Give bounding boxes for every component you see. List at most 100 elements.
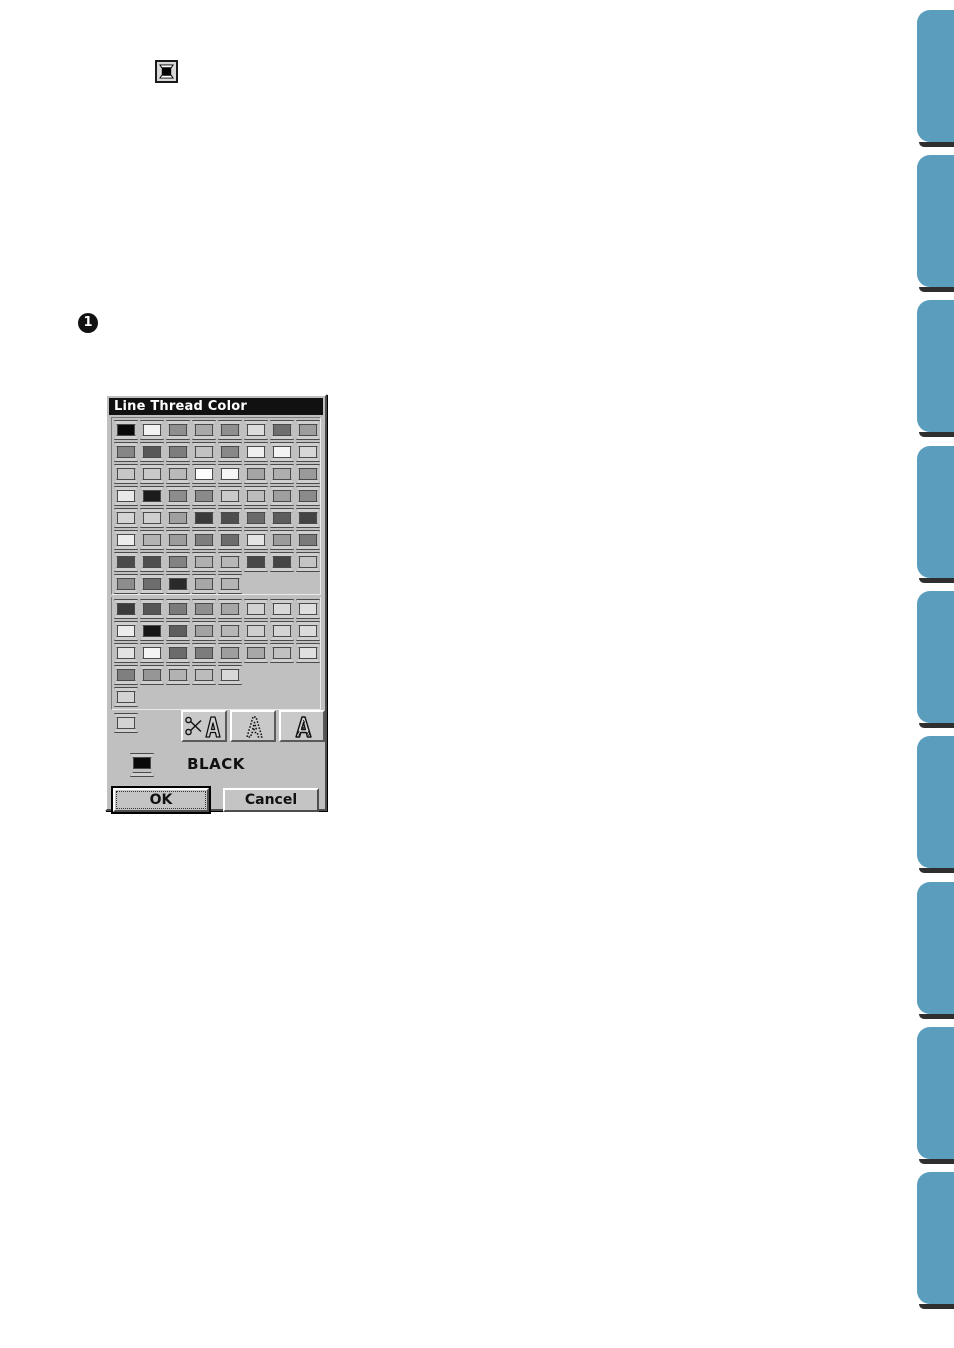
thread-swatch[interactable] (269, 441, 295, 463)
thread-swatch[interactable] (217, 573, 243, 595)
thread-swatch[interactable] (113, 642, 139, 664)
index-tab-4[interactable] (917, 446, 954, 583)
thread-swatch[interactable] (269, 529, 295, 551)
index-tab-9[interactable] (917, 1172, 954, 1309)
thread-swatch[interactable] (217, 551, 243, 573)
thread-palette-primary[interactable] (111, 417, 321, 595)
thread-swatch[interactable] (295, 551, 321, 573)
thread-swatch[interactable] (295, 485, 321, 507)
index-tab-6[interactable] (917, 736, 954, 873)
applique-cut-icon[interactable] (181, 710, 227, 742)
thread-swatch[interactable] (191, 507, 217, 529)
thread-swatch[interactable] (217, 664, 243, 686)
thread-swatch[interactable] (191, 529, 217, 551)
thread-swatch[interactable] (165, 419, 191, 441)
thread-swatch[interactable] (243, 551, 269, 573)
thread-swatch[interactable] (139, 642, 165, 664)
thread-swatch[interactable] (165, 529, 191, 551)
thread-swatch[interactable] (139, 485, 165, 507)
thread-swatch[interactable] (243, 485, 269, 507)
thread-swatch[interactable] (191, 664, 217, 686)
index-tab-2[interactable] (917, 155, 954, 292)
thread-swatch[interactable] (139, 463, 165, 485)
index-tab-7[interactable] (917, 882, 954, 1019)
thread-swatch[interactable] (243, 529, 269, 551)
thread-swatch[interactable] (165, 573, 191, 595)
index-tab-3[interactable] (917, 300, 954, 437)
thread-swatch[interactable] (295, 529, 321, 551)
thread-swatch[interactable] (139, 598, 165, 620)
thread-swatch[interactable] (243, 642, 269, 664)
thread-swatch[interactable] (217, 441, 243, 463)
thread-swatch[interactable] (243, 463, 269, 485)
thread-swatch[interactable] (165, 485, 191, 507)
thread-swatch[interactable] (191, 463, 217, 485)
thread-swatch[interactable] (191, 441, 217, 463)
thread-swatch[interactable] (139, 551, 165, 573)
spool-tool-icon[interactable] (155, 60, 178, 83)
thread-swatch[interactable] (295, 419, 321, 441)
thread-swatch[interactable] (165, 551, 191, 573)
thread-swatch[interactable] (295, 642, 321, 664)
thread-swatch[interactable] (243, 620, 269, 642)
thread-swatch[interactable] (269, 642, 295, 664)
thread-swatch[interactable] (269, 598, 295, 620)
thread-swatch[interactable] (139, 441, 165, 463)
thread-swatch[interactable] (139, 507, 165, 529)
thread-swatch[interactable] (217, 620, 243, 642)
thread-swatch[interactable] (165, 463, 191, 485)
extra-thread-swatch-spool[interactable] (113, 712, 139, 734)
thread-swatch[interactable] (139, 529, 165, 551)
thread-swatch[interactable] (295, 463, 321, 485)
thread-swatch[interactable] (113, 573, 139, 595)
thread-swatch[interactable] (295, 441, 321, 463)
thread-swatch[interactable] (269, 419, 295, 441)
index-tab-1[interactable] (917, 10, 954, 147)
thread-swatch[interactable] (217, 463, 243, 485)
thread-swatch[interactable] (113, 529, 139, 551)
thread-swatch[interactable] (191, 419, 217, 441)
thread-swatch[interactable] (139, 419, 165, 441)
thread-swatch[interactable] (243, 419, 269, 441)
thread-swatch[interactable] (165, 598, 191, 620)
index-tab-5[interactable] (917, 591, 954, 728)
thread-swatch[interactable] (191, 551, 217, 573)
thread-swatch[interactable] (295, 620, 321, 642)
thread-swatch[interactable] (113, 485, 139, 507)
thread-swatch[interactable] (139, 573, 165, 595)
thread-swatch[interactable] (217, 529, 243, 551)
thread-swatch[interactable] (113, 664, 139, 686)
thread-swatch[interactable] (191, 485, 217, 507)
thread-swatch[interactable] (243, 441, 269, 463)
thread-swatch[interactable] (295, 507, 321, 529)
thread-swatch[interactable] (113, 686, 139, 708)
thread-swatch[interactable] (113, 598, 139, 620)
thread-swatch[interactable] (113, 419, 139, 441)
thread-swatch[interactable] (165, 664, 191, 686)
cancel-button[interactable]: Cancel (223, 788, 319, 812)
applique-outline-icon[interactable] (230, 710, 276, 742)
thread-swatch[interactable] (113, 441, 139, 463)
thread-swatch[interactable] (295, 598, 321, 620)
thread-swatch[interactable] (243, 598, 269, 620)
thread-palette-secondary[interactable] (111, 597, 321, 710)
thread-swatch[interactable] (191, 573, 217, 595)
thread-swatch[interactable] (269, 463, 295, 485)
ok-button[interactable]: OK (111, 786, 211, 814)
thread-swatch[interactable] (113, 551, 139, 573)
thread-swatch[interactable] (269, 507, 295, 529)
thread-swatch[interactable] (113, 620, 139, 642)
thread-swatch[interactable] (139, 620, 165, 642)
thread-swatch[interactable] (191, 598, 217, 620)
thread-swatch[interactable] (217, 419, 243, 441)
thread-swatch[interactable] (165, 441, 191, 463)
thread-swatch[interactable] (217, 485, 243, 507)
thread-swatch[interactable] (217, 507, 243, 529)
thread-swatch[interactable] (269, 485, 295, 507)
thread-swatch[interactable] (191, 642, 217, 664)
thread-swatch[interactable] (217, 642, 243, 664)
thread-swatch[interactable] (269, 551, 295, 573)
thread-swatch[interactable] (165, 642, 191, 664)
thread-swatch[interactable] (243, 507, 269, 529)
extra-thread-swatch[interactable] (113, 712, 139, 734)
